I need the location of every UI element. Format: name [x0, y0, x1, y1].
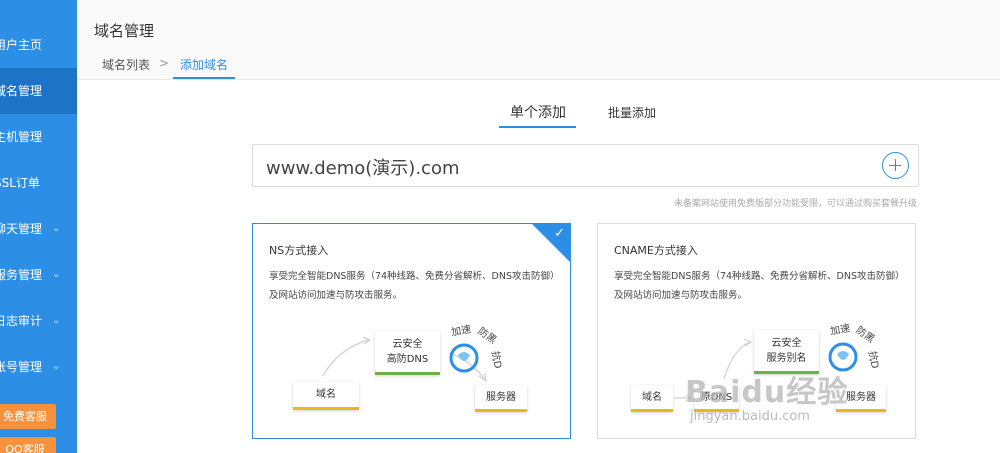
chevron-down-icon: ⌄ — [52, 315, 61, 326]
check-icon: ✓ — [554, 226, 565, 241]
chevron-down-icon: ⌄ — [52, 269, 61, 280]
domain-input-value: www.demo(演示).com — [266, 158, 460, 179]
breadcrumb-active-underline — [173, 77, 235, 79]
ns-node-cloud-dns: 云安全 高防DNS — [375, 331, 440, 375]
tag-attack: 抗D — [488, 350, 503, 370]
node-line: 云安全 — [392, 339, 423, 350]
tag-speed: 加速 — [450, 324, 473, 339]
node-line: 云安全 — [771, 338, 802, 349]
qq-service-button[interactable]: QQ客服 — [0, 437, 56, 453]
add-domain-plus-icon[interactable] — [882, 152, 909, 179]
tag-attack: 抗D — [865, 350, 880, 370]
sidebar-item-label: 主机管理 — [0, 130, 43, 144]
breadcrumb-separator-icon: > — [159, 56, 170, 70]
sidebar-item-log[interactable]: 日志审计 ⌄ — [0, 298, 77, 344]
sidebar-item-chat[interactable]: 聊天管理 ⌄ — [0, 206, 77, 252]
sidebar-item-ssl[interactable]: SSL订单 — [0, 160, 77, 206]
sidebar: 用户主页 域名管理 主机管理 SSL订单 聊天管理 ⌄ 服务管理 ⌄ 日志审计 ⌄ 账… — [0, 0, 77, 453]
sidebar-item-service[interactable]: 服务管理 ⌄ — [0, 252, 77, 298]
sidebar-item-home[interactable]: 用户主页 — [0, 22, 77, 68]
sidebar-item-label: 聊天管理 — [0, 222, 43, 236]
sidebar-item-label: 账号管理 — [0, 360, 43, 374]
tab-batch-add[interactable]: 批量添加 — [608, 104, 656, 121]
tab-active-underline — [499, 126, 576, 128]
sidebar-item-account[interactable]: 账号管理 ⌄ — [0, 344, 77, 390]
tag-speed: 加速 — [829, 323, 852, 338]
domain-input[interactable]: www.demo(演示).com — [252, 144, 919, 187]
sidebar-item-label: 日志审计 — [0, 314, 43, 328]
chevron-down-icon: ⌄ — [52, 223, 61, 234]
card-title: NS方式接入 — [269, 244, 329, 257]
sidebar-item-host[interactable]: 主机管理 — [0, 114, 77, 160]
tag-defend: 防黑 — [475, 325, 499, 347]
cname-node-domain: 域名 — [631, 385, 673, 412]
card-title: CNAME方式接入 — [614, 244, 698, 257]
sidebar-item-label: 服务管理 — [0, 268, 43, 282]
baidu-watermark-url: jingyan.baidu.com — [690, 409, 810, 424]
sidebar-item-label: 用户主页 — [0, 38, 43, 52]
breadcrumb-add-domain[interactable]: 添加域名 — [180, 56, 228, 73]
page-title: 域名管理 — [94, 22, 155, 40]
breadcrumb-domain-list[interactable]: 域名列表 — [102, 56, 150, 73]
shield-icon — [449, 343, 479, 373]
node-line: 服务别名 — [766, 353, 807, 364]
main-content: 域名管理 域名列表 > 添加域名 单个添加 批量添加 www.demo(演示).… — [77, 0, 1000, 453]
ns-node-server: 服务器 — [475, 385, 527, 412]
card-description: 享受完全智能DNS服务（74种线路、免费分省解析、DNS攻击防御）及网站访问加速… — [614, 271, 900, 301]
page-header: 域名管理 域名列表 > 添加域名 — [77, 0, 1000, 80]
sidebar-item-domain[interactable]: 域名管理 — [0, 68, 77, 114]
ns-access-card[interactable]: ✓ NS方式接入 享受完全智能DNS服务（74种线路、免费分省解析、DNS攻击防… — [252, 223, 571, 439]
node-line: 高防DNS — [386, 354, 429, 365]
record-hint: 未备案网站使用免费版部分功能受限，可以通过购买套餐升级 — [673, 199, 917, 209]
tab-single-add[interactable]: 单个添加 — [510, 102, 566, 122]
card-description: 享受完全智能DNS服务（74种线路、免费分省解析、DNS攻击防御）及网站访问加速… — [269, 271, 555, 301]
baidu-watermark: Baidu经验 — [685, 375, 849, 410]
free-service-button[interactable]: 免费客服 — [0, 404, 56, 429]
chevron-down-icon: ⌄ — [52, 361, 61, 372]
ns-node-domain: 域名 — [293, 382, 359, 410]
sidebar-item-label: 域名管理 — [0, 84, 43, 98]
sidebar-item-label: SSL订单 — [0, 176, 40, 190]
